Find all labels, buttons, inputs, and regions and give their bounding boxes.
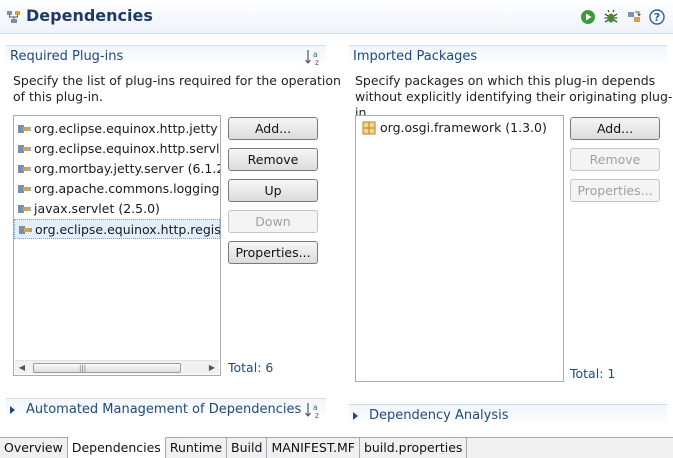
scroll-right-icon[interactable]: ▶	[205, 361, 219, 375]
list-item[interactable]: org.eclipse.equinox.http.jetty (2.0	[14, 119, 220, 139]
scroll-left-icon[interactable]: ◀	[15, 361, 29, 375]
svg-text:?: ?	[654, 11, 660, 24]
package-properties-button[interactable]: Properties...	[570, 179, 660, 202]
plugin-icon	[18, 165, 31, 173]
svg-text:z: z	[315, 58, 319, 66]
imported-packages-title: Imported Packages	[353, 49, 478, 64]
automated-management-title[interactable]: Automated Management of Dependencies	[26, 402, 301, 417]
add-package-button[interactable]: Add...	[570, 117, 660, 140]
expand-chevron-icon[interactable]	[10, 406, 15, 414]
remove-package-button[interactable]: Remove	[570, 148, 660, 171]
horizontal-scrollbar[interactable]: ◀ ||| ▶	[15, 360, 219, 374]
dependency-analysis-section[interactable]: Dependency Analysis	[349, 404, 667, 426]
list-item[interactable]: org.osgi.framework (1.3.0)	[356, 118, 563, 138]
plugin-icon	[18, 145, 31, 153]
dependencies-icon	[7, 11, 20, 23]
help-icon[interactable]: ?	[649, 9, 665, 25]
page-title: Dependencies	[26, 6, 153, 25]
list-item[interactable]: javax.servlet (2.5.0)	[14, 199, 220, 219]
header-toolbar: ?	[580, 9, 665, 25]
plugin-icon	[18, 125, 31, 133]
required-total: Total: 6	[228, 360, 274, 375]
editor-tabs: Overview Dependencies Runtime Build MANI…	[0, 437, 673, 458]
sort-alphabetical-icon[interactable]: a z	[304, 48, 322, 66]
run-icon[interactable]	[580, 9, 596, 25]
list-item[interactable]: org.mortbay.jetty.server (6.1.23)	[14, 159, 220, 179]
required-plugins-title: Required Plug-ins	[10, 49, 124, 64]
list-item[interactable]: org.eclipse.equinox.http.servlet (	[14, 139, 220, 159]
dependency-analysis-title[interactable]: Dependency Analysis	[369, 408, 509, 423]
svg-text:z: z	[315, 411, 319, 419]
add-plugin-button[interactable]: Add...	[228, 117, 318, 140]
plugin-icon	[18, 205, 31, 213]
imported-packages-header: Imported Packages	[349, 45, 667, 67]
list-item-selected[interactable]: org.eclipse.equinox.http.registry	[14, 219, 220, 239]
required-plugins-description: Specify the list of plug-ins required fo…	[13, 73, 341, 104]
remove-plugin-button[interactable]: Remove	[228, 148, 318, 171]
scrollbar-thumb[interactable]: |||	[33, 363, 181, 373]
editor-header: Dependencies ?	[0, 0, 673, 34]
tab-runtime[interactable]: Runtime	[166, 438, 228, 458]
tab-build[interactable]: Build	[227, 438, 268, 458]
tab-build-properties[interactable]: build.properties	[360, 438, 468, 458]
tab-dependencies[interactable]: Dependencies	[67, 437, 166, 458]
imported-packages-list[interactable]: org.osgi.framework (1.3.0)	[355, 115, 564, 382]
plugin-icon	[19, 226, 32, 234]
imported-total: Total: 1	[570, 366, 616, 381]
package-icon	[362, 121, 376, 135]
down-button[interactable]: Down	[228, 210, 318, 233]
expand-chevron-icon[interactable]	[353, 412, 358, 420]
list-item[interactable]: org.apache.commons.logging (1	[14, 179, 220, 199]
tab-manifest[interactable]: MANIFEST.MF	[267, 438, 360, 458]
debug-icon[interactable]	[603, 9, 619, 25]
required-plugins-header: Required Plug-ins a z	[6, 45, 326, 67]
tab-overview[interactable]: Overview	[0, 438, 68, 458]
automated-management-section[interactable]: Automated Management of Dependencies a z	[6, 398, 326, 420]
imported-packages-description: Specify packages on which this plug-in d…	[355, 73, 673, 120]
grip-icon: |||	[79, 364, 87, 372]
up-button[interactable]: Up	[228, 179, 318, 202]
plugin-properties-button[interactable]: Properties...	[228, 241, 318, 264]
plugin-icon	[18, 185, 31, 193]
sort-alphabetical-icon[interactable]: a z	[304, 401, 322, 419]
export-icon[interactable]	[626, 9, 642, 25]
required-plugins-list[interactable]: org.eclipse.equinox.http.jetty (2.0 org.…	[13, 115, 221, 376]
